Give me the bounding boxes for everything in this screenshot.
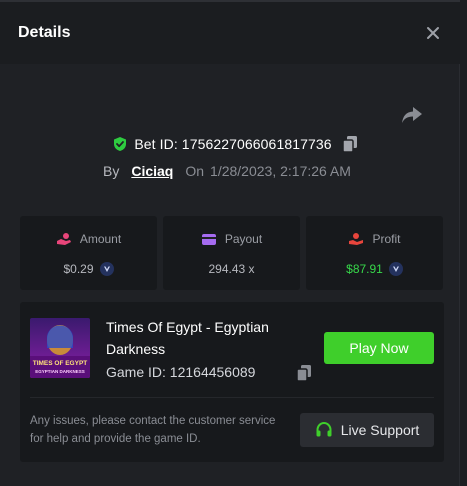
thumb-title-1: TIMES OF EGYPT [33, 360, 88, 367]
game-card: TIMES OF EGYPT EGYPTIAN DARKNESS Times O… [20, 302, 444, 462]
copy-icon [296, 365, 311, 382]
thumb-title-2: EGYPTIAN DARKNESS [35, 369, 85, 374]
bet-id-row: Bet ID: 1756227066061817736 [0, 134, 460, 154]
stat-amount: Amount $0.29 [20, 216, 157, 290]
close-icon [427, 27, 439, 39]
amount-value: $0.29 [63, 262, 94, 276]
play-now-button[interactable]: Play Now [324, 332, 434, 364]
headset-icon [316, 421, 332, 437]
stat-payout: Payout 294.43 x [163, 216, 300, 290]
copy-icon [341, 136, 357, 153]
share-icon [402, 107, 422, 123]
payout-label: Payout [224, 232, 263, 246]
wallet-icon [201, 234, 216, 245]
modal-title: Details [18, 24, 71, 41]
user-money-icon [349, 233, 364, 245]
bet-id: Bet ID: 1756227066061817736 [134, 136, 332, 152]
divider [30, 397, 434, 398]
profit-value: $87.91 [346, 262, 383, 276]
details-modal: Details Bet ID: 1756227066061817736 By C… [0, 0, 460, 486]
amount-label: Amount [79, 232, 122, 246]
by-label: By [103, 163, 120, 179]
support-help-text: Any issues, please contact the customer … [30, 415, 276, 445]
close-button[interactable] [424, 24, 442, 42]
game-id: Game ID: 12164456089 [106, 364, 256, 380]
stat-profit: Profit $87.91 [306, 216, 443, 290]
payout-value: 294.43 x [208, 262, 255, 276]
copy-game-id-button[interactable] [296, 364, 312, 382]
coin-icon [388, 262, 403, 276]
share-button[interactable] [400, 104, 424, 126]
shield-check-icon [114, 137, 127, 151]
modal-header: Details [0, 0, 460, 64]
live-support-button[interactable]: Live Support [300, 413, 434, 447]
username-link[interactable]: Ciciaq [131, 163, 173, 179]
bet-date: 1/28/2023, 2:17:26 AM [210, 163, 351, 179]
live-support-label: Live Support [340, 422, 420, 438]
game-thumbnail[interactable]: TIMES OF EGYPT EGYPTIAN DARKNESS [30, 318, 90, 378]
coin-icon [99, 262, 114, 276]
copy-bet-id-button[interactable] [341, 135, 358, 153]
hand-coins-icon [56, 233, 71, 245]
profit-label: Profit [372, 232, 401, 246]
bet-author-row: By Ciciaq On 1/28/2023, 2:17:26 AM [103, 162, 351, 180]
game-name[interactable]: Times Of Egypt - Egyptian Darkness [106, 316, 306, 360]
on-label: On [185, 163, 205, 179]
